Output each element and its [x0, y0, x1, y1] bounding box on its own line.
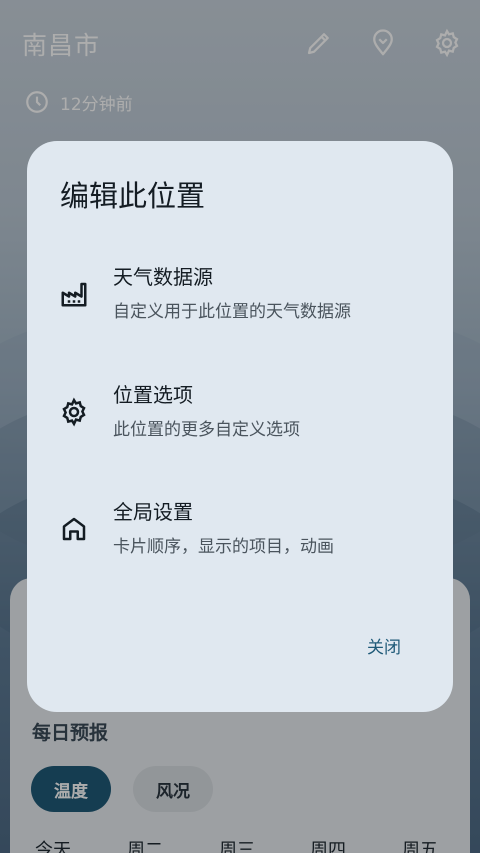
option-title: 位置选项 — [113, 383, 193, 407]
location-options-option[interactable]: 位置选项 此位置的更多自定义选项 — [27, 379, 453, 469]
global-settings-option[interactable]: 全局设置 卡片顺序，显示的项目，动画 — [27, 496, 453, 586]
option-title: 全局设置 — [113, 500, 193, 524]
dialog-title: 编辑此位置 — [60, 179, 206, 213]
home-icon — [59, 514, 89, 544]
weather-source-option[interactable]: 天气数据源 自定义用于此位置的天气数据源 — [27, 261, 453, 351]
option-subtitle: 此位置的更多自定义选项 — [113, 420, 300, 440]
edit-location-dialog: 编辑此位置 天气数据源 自定义用于此位置的天气数据源 位置选项 此位置的更多自定… — [27, 141, 453, 712]
factory-icon — [59, 279, 89, 309]
option-subtitle: 自定义用于此位置的天气数据源 — [113, 302, 351, 322]
gear-icon — [59, 397, 89, 427]
option-title: 天气数据源 — [113, 265, 213, 289]
weather-screen: 南昌市 12分钟前 每日预报 温度 风况 今天 周二 周三 周四 周五 编辑此位… — [0, 0, 480, 853]
close-button[interactable]: 关闭 — [349, 631, 419, 665]
option-subtitle: 卡片顺序，显示的项目，动画 — [113, 537, 334, 557]
